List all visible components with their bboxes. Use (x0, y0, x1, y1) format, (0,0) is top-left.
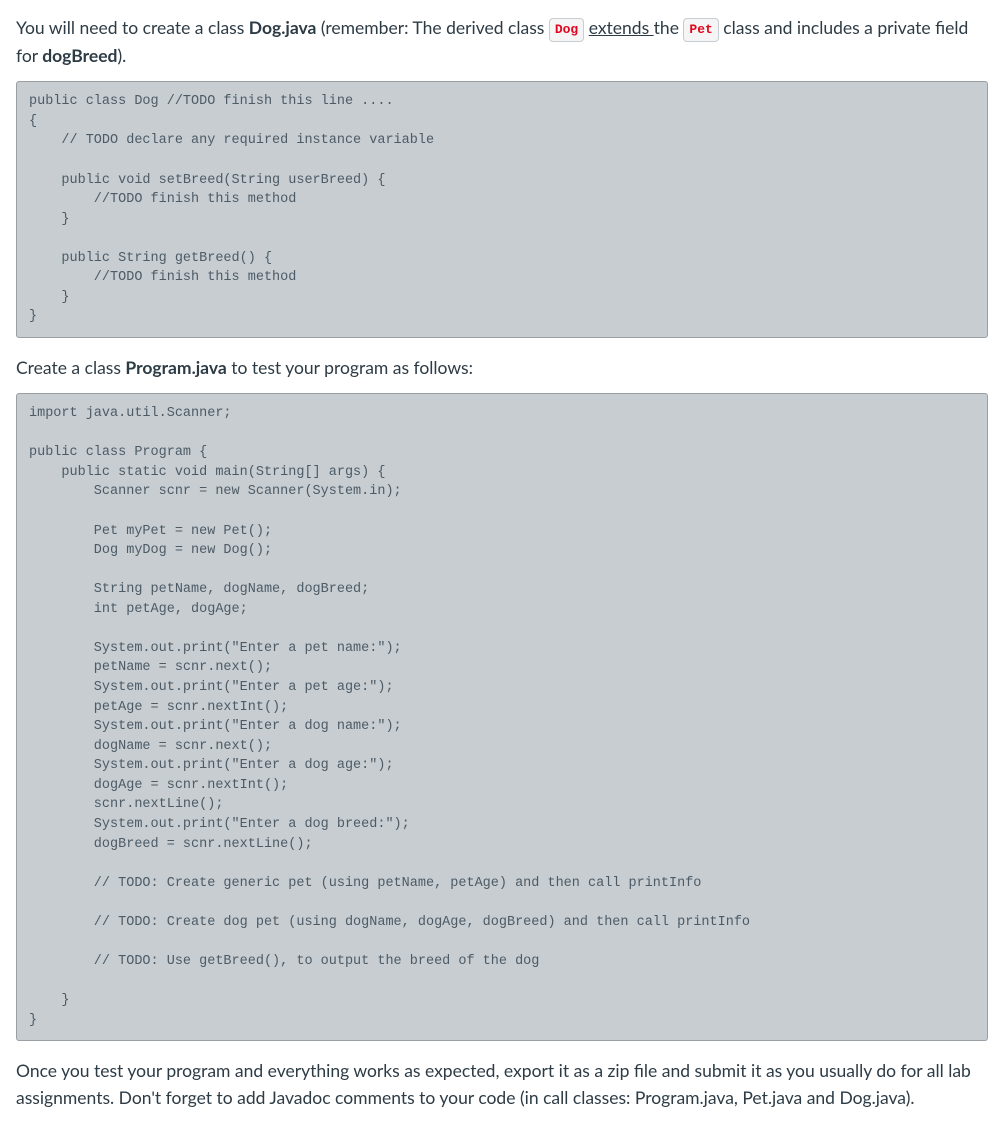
class-name-bold: Dog.java (249, 17, 317, 38)
paragraph-program-class: Create a class Program.java to test your… (16, 354, 988, 381)
text: You will need to create a class (16, 17, 249, 38)
paragraph-submission: Once you test your program and everythin… (16, 1057, 988, 1111)
dogbreed-bold: dogBreed (42, 45, 117, 66)
text: Create a class (16, 357, 125, 378)
pet-code-badge: Pet (683, 18, 718, 42)
paragraph-dog-class: You will need to create a class Dog.java… (16, 14, 988, 69)
text: the (654, 17, 684, 38)
text: (remember: The derived class (316, 17, 548, 38)
program-bold: Program.java (125, 357, 226, 378)
dog-code-block: public class Dog //TODO finish this line… (16, 81, 988, 338)
dog-code-badge: Dog (549, 18, 584, 42)
program-code-block: import java.util.Scanner; public class P… (16, 393, 988, 1041)
text: ). (118, 45, 127, 66)
text: to test your program as follows: (227, 357, 473, 378)
extends-underlined: extends (589, 17, 654, 38)
